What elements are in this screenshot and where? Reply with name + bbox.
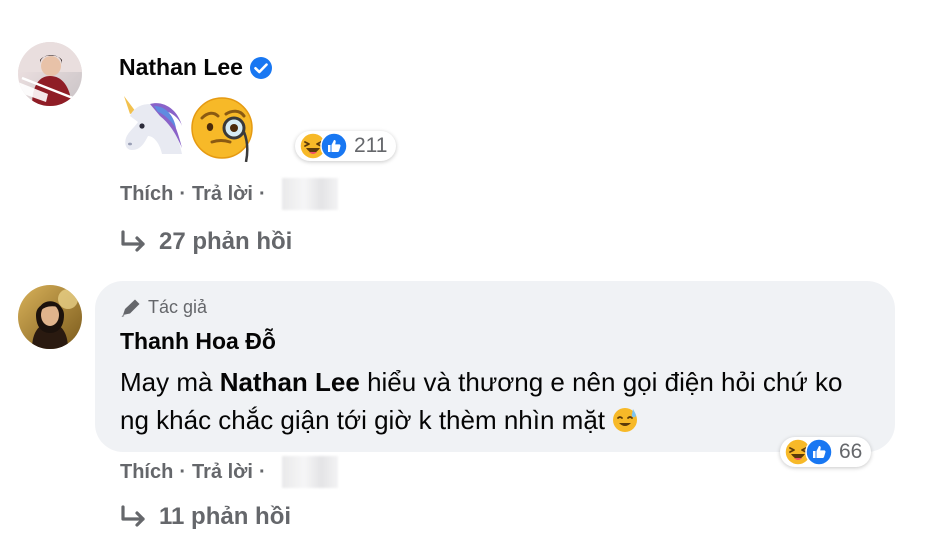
separator: · xyxy=(179,182,187,205)
comment-text-before: May mà xyxy=(120,367,220,397)
reaction-summary[interactable]: 211 xyxy=(295,131,397,161)
like-link[interactable]: Thích xyxy=(120,183,173,206)
comment-text: May mà Nathan Lee hiểu và thương e nên g… xyxy=(120,363,860,439)
avatar-nathan-lee[interactable] xyxy=(18,42,82,106)
unicorn-sticker xyxy=(124,96,182,154)
view-replies-link[interactable]: 11 phản hồi xyxy=(119,503,291,531)
mention-link[interactable]: Nathan Lee xyxy=(220,367,360,397)
avatar-thanh-hoa-do[interactable] xyxy=(18,285,82,349)
reply-arrow-icon xyxy=(121,230,145,252)
author-badge: Tác giả xyxy=(120,297,207,318)
reply-link[interactable]: Trả lời xyxy=(192,461,253,484)
separator: · xyxy=(258,182,266,205)
view-replies-link[interactable]: 27 phản hồi xyxy=(119,228,292,256)
like-icon xyxy=(320,132,348,160)
comment-actions: Thích · Trả lời · xyxy=(120,456,338,488)
blurred-timestamp xyxy=(281,178,338,210)
comment-thread: Nathan Lee 211 Thích · Trả lời · 27 phản… xyxy=(0,0,929,536)
comment-stickers xyxy=(120,92,260,162)
reply-link[interactable]: Trả lời xyxy=(192,183,253,206)
reaction-summary[interactable]: 66 xyxy=(780,437,872,467)
like-link[interactable]: Thích xyxy=(120,461,173,484)
separator: · xyxy=(179,460,187,483)
replies-count-label[interactable]: 27 phản hồi xyxy=(159,228,292,256)
comment-actions: Thích · Trả lời · xyxy=(120,178,338,210)
verified-badge-icon xyxy=(249,56,273,80)
comment-author[interactable]: Thanh Hoa Đỗ xyxy=(120,328,276,355)
reaction-count: 66 xyxy=(839,440,863,463)
separator: · xyxy=(258,460,266,483)
reaction-count: 211 xyxy=(354,134,388,157)
reply-arrow-icon xyxy=(121,505,145,527)
pen-icon xyxy=(121,299,140,317)
replies-count-label[interactable]: 11 phản hồi xyxy=(159,503,291,531)
like-icon xyxy=(805,438,833,466)
comment-author[interactable]: Nathan Lee xyxy=(119,54,273,81)
author-name[interactable]: Nathan Lee xyxy=(119,54,243,81)
author-badge-label: Tác giả xyxy=(148,297,208,317)
sweat-smile-emoji-icon xyxy=(611,405,639,433)
monocle-face-sticker xyxy=(191,97,253,162)
blurred-timestamp xyxy=(281,456,338,488)
